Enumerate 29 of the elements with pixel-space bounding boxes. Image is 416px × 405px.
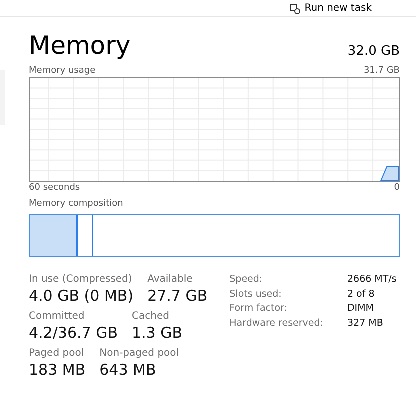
stat-label: Committed: [29, 310, 86, 323]
stat-value: 4.2/36.7 GB: [29, 323, 118, 343]
stat-label: Available: [148, 273, 194, 286]
detail-value: 2666 MT/s: [347, 273, 397, 287]
stat-label: In use (Compressed): [29, 273, 134, 286]
graph-label: Memory usage: [29, 65, 96, 77]
stat-label: Non-paged pool: [100, 347, 180, 360]
stat-value: 27.7 GB: [148, 286, 208, 306]
detail-value: DIMM: [347, 302, 375, 316]
stat-label: Paged pool: [29, 347, 86, 360]
detail-label: Hardware reserved:: [230, 316, 324, 330]
stat-value: 183 MB: [29, 360, 86, 380]
stat-value: 4.0 GB (0 MB): [29, 286, 134, 306]
run-new-task-button[interactable]: Run new task: [284, 2, 378, 16]
page-title: Memory: [29, 31, 131, 61]
composition-label: Memory composition: [29, 198, 124, 210]
task-icon: [290, 4, 301, 14]
detail-label: Slots used:: [230, 288, 283, 302]
axis-label: 0: [394, 182, 400, 194]
stat-value: 1.3 GB: [132, 323, 183, 343]
total-memory: 32.0 GB: [348, 42, 400, 60]
detail-label: Form factor:: [230, 302, 288, 316]
detail-value: 327 MB: [347, 316, 384, 330]
detail-value: 2 of 8: [347, 288, 376, 302]
stat-value: 643 MB: [100, 360, 158, 380]
detail-label: Speed:: [230, 273, 264, 287]
graph-max-label: 31.7 GB: [364, 65, 400, 77]
axis-label: 60 seconds: [29, 182, 80, 194]
stat-label: Cached: [132, 310, 170, 323]
